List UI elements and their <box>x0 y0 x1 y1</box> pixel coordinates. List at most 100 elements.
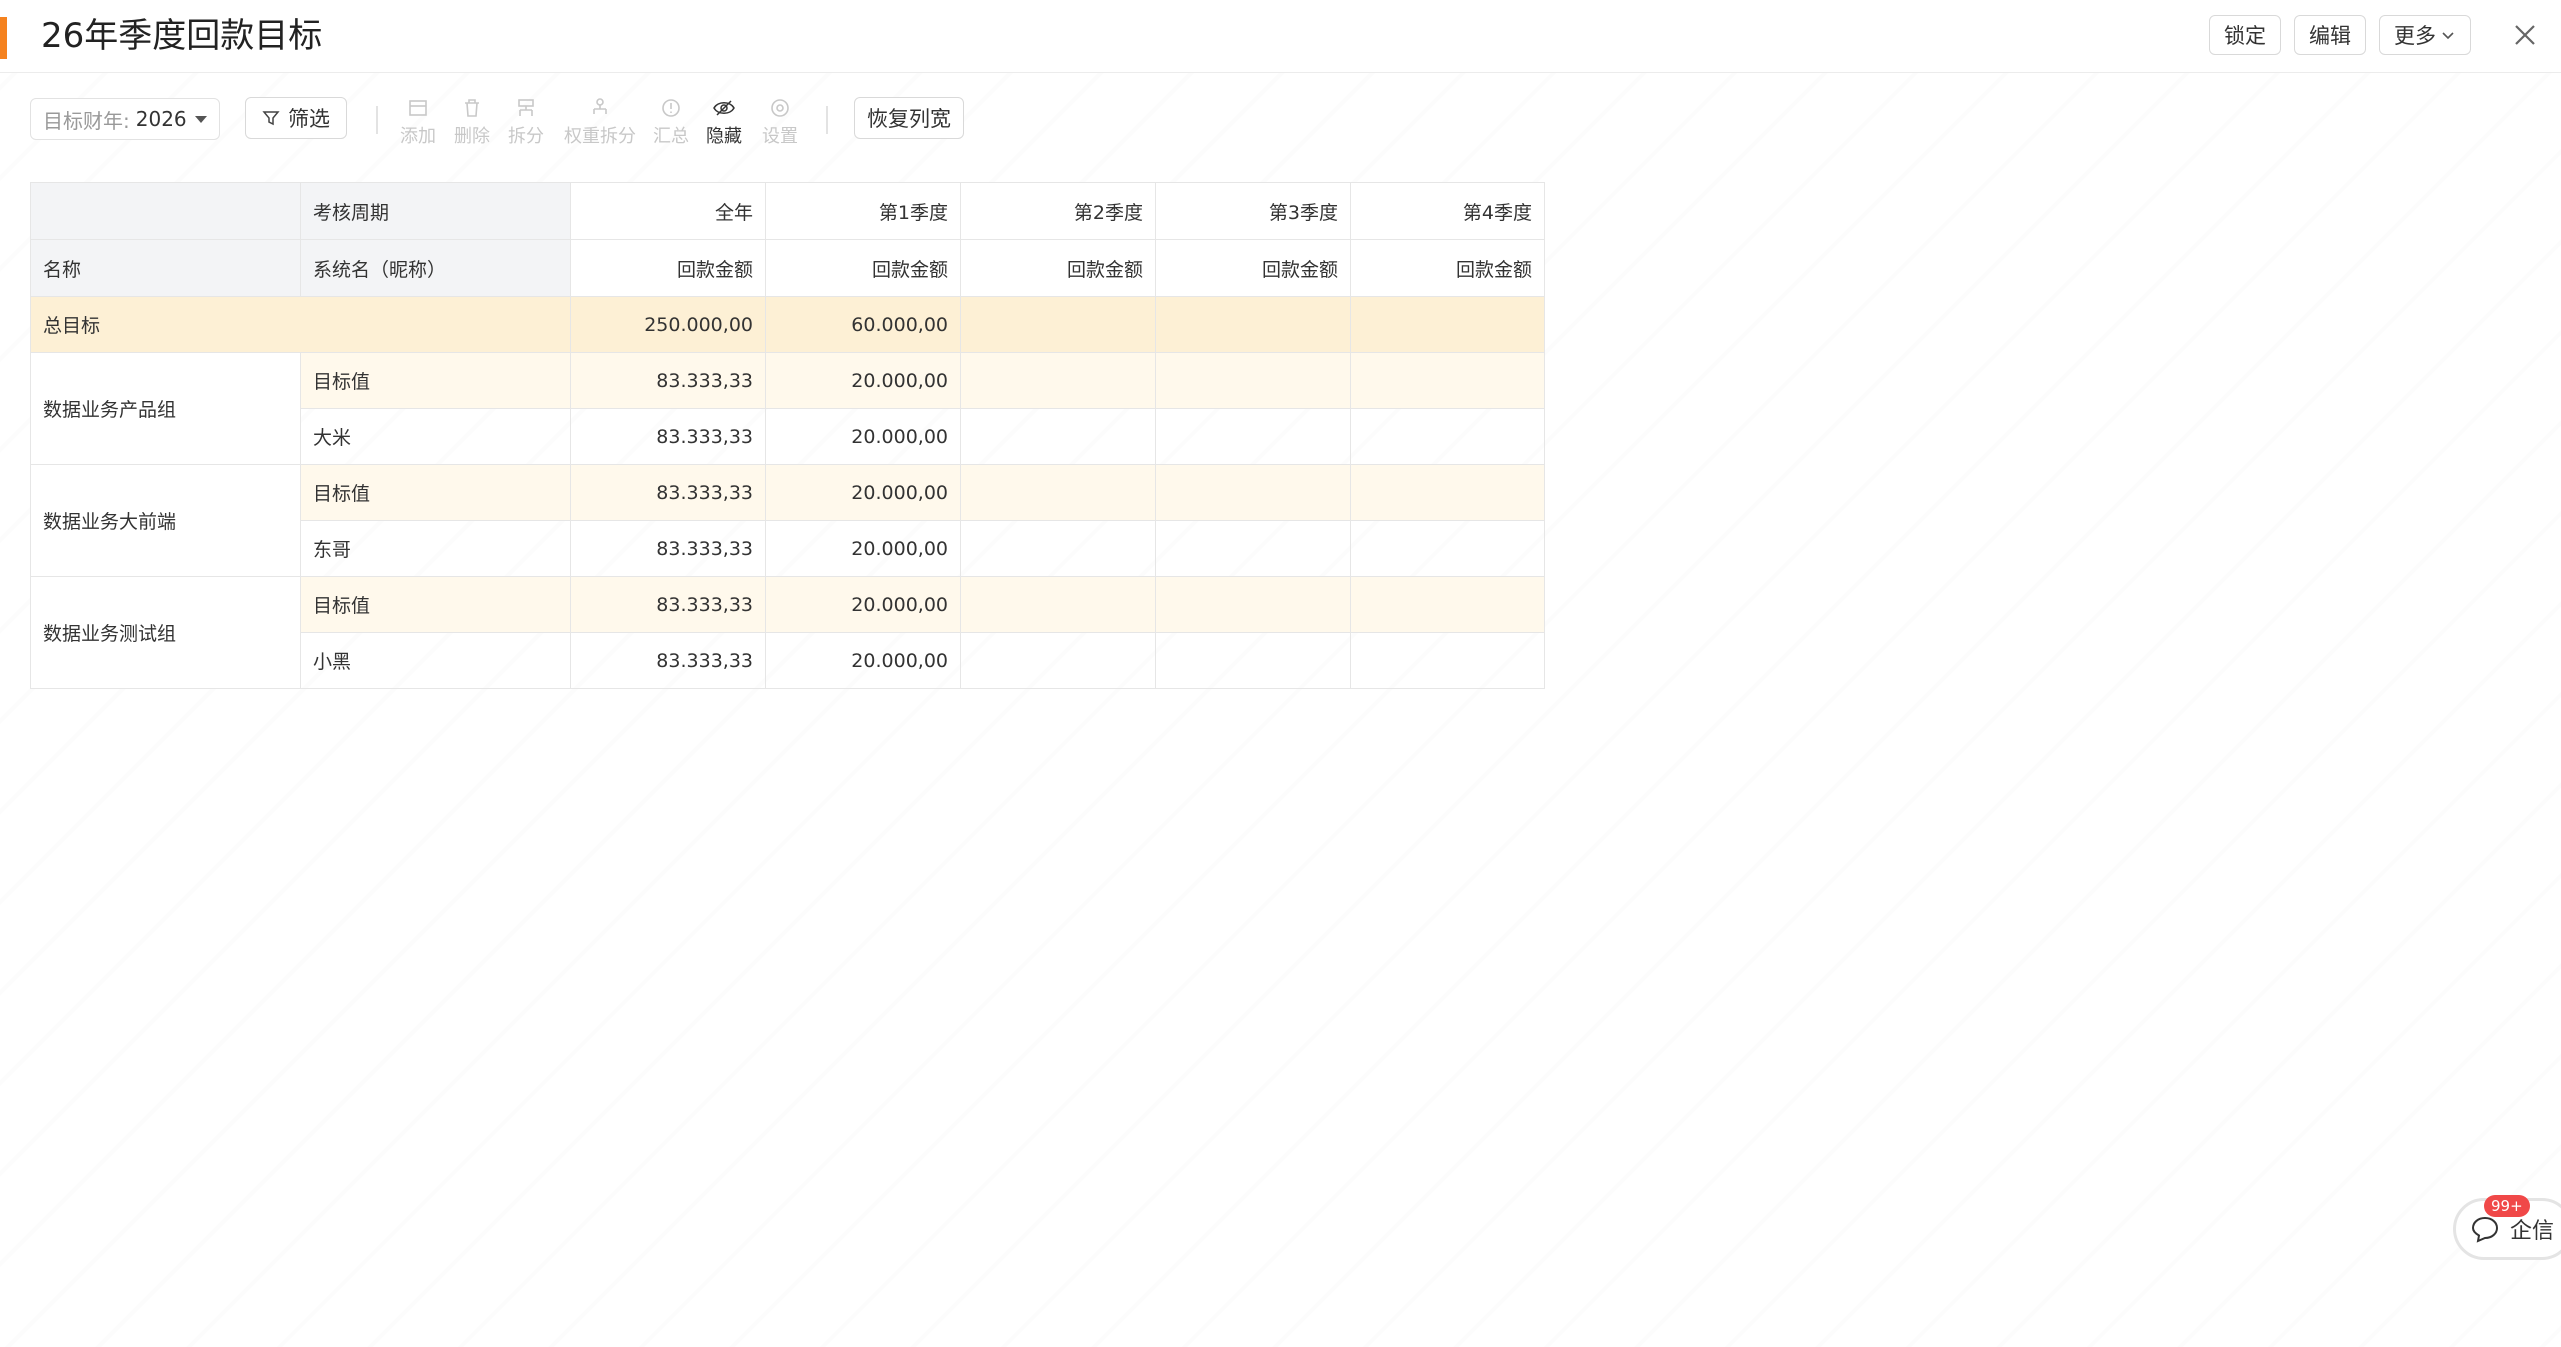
weight-split-tool[interactable]: 权重拆分 <box>564 96 636 148</box>
q1-cell[interactable]: 20.000,00 <box>765 632 961 689</box>
more-button[interactable]: 更多 <box>2379 15 2471 55</box>
q1-cell[interactable]: 20.000,00 <box>765 352 961 409</box>
add-tool[interactable]: 添加 <box>400 96 436 148</box>
q4-cell[interactable] <box>1350 520 1545 577</box>
year-cell[interactable]: 83.333,33 <box>570 408 766 465</box>
table-row: 数据业务产品组 目标值 83.333,33 20.000,00 <box>30 352 1545 465</box>
fiscal-year-select[interactable]: 目标财年: 2026 <box>30 98 220 140</box>
unread-badge: 99+ <box>2484 1195 2530 1217</box>
row-label: 小黑 <box>300 632 571 689</box>
group-name: 数据业务产品组 <box>30 352 301 465</box>
filter-label: 筛选 <box>288 107 330 131</box>
q4-cell[interactable] <box>1350 576 1545 633</box>
q3-cell[interactable] <box>1155 352 1351 409</box>
total-q4-cell[interactable] <box>1350 296 1545 353</box>
page-header: 26年季度回款目标 锁定 编辑 更多 <box>0 0 2561 73</box>
header-cell-q4[interactable]: 第4季度 <box>1350 182 1545 240</box>
lock-button[interactable]: 锁定 <box>2209 15 2281 55</box>
restore-column-width-button[interactable]: 恢复列宽 <box>854 97 964 139</box>
toolbar-divider <box>826 106 828 134</box>
header-cell-amount: 回款金额 <box>1155 239 1351 297</box>
gear-icon <box>771 99 789 117</box>
split-tool[interactable]: 拆分 <box>508 96 544 148</box>
q1-cell[interactable]: 20.000,00 <box>765 408 961 465</box>
add-tool-label: 添加 <box>400 126 436 147</box>
q2-cell[interactable] <box>960 520 1156 577</box>
table-row: 数据业务大前端 目标值 83.333,33 20.000,00 <box>30 464 1545 577</box>
header-cell-q3[interactable]: 第3季度 <box>1155 182 1351 240</box>
target-table: 考核周期 全年 第1季度 第2季度 第3季度 第4季度 名称 系统名（昵称） 回… <box>30 182 1545 689</box>
table-row: 数据业务测试组 目标值 83.333,33 20.000,00 <box>30 576 1545 689</box>
q2-cell[interactable] <box>960 576 1156 633</box>
q2-cell[interactable] <box>960 408 1156 465</box>
settings-tool[interactable]: 设置 <box>762 96 798 148</box>
header-cell-q1[interactable]: 第1季度 <box>765 182 961 240</box>
q2-cell[interactable] <box>960 464 1156 521</box>
filter-button[interactable]: 筛选 <box>245 97 347 139</box>
header-cell-amount: 回款金额 <box>765 239 961 297</box>
q1-cell[interactable]: 20.000,00 <box>765 464 961 521</box>
header-cell-year[interactable]: 全年 <box>570 182 766 240</box>
toolbar: 目标财年: 2026 筛选 添加 删除 拆分 权重拆分 汇总 隐藏 设置 恢复列… <box>0 78 2561 168</box>
group-name: 数据业务大前端 <box>30 464 301 577</box>
total-q2-cell[interactable] <box>960 296 1156 353</box>
q4-cell[interactable] <box>1350 632 1545 689</box>
chat-bubble-icon <box>2471 1216 2499 1243</box>
q3-cell[interactable] <box>1155 576 1351 633</box>
eye-off-icon <box>713 100 735 116</box>
fiscal-year-label: 目标财年: <box>43 108 130 133</box>
q4-cell[interactable] <box>1350 352 1545 409</box>
q3-cell[interactable] <box>1155 520 1351 577</box>
row-label: 目标值 <box>300 464 571 521</box>
total-q3-cell[interactable] <box>1155 296 1351 353</box>
total-year-cell[interactable]: 250.000,00 <box>570 296 766 353</box>
fiscal-year-value: 2026 <box>135 107 187 131</box>
header-cell-amount: 回款金额 <box>570 239 766 297</box>
settings-tool-label: 设置 <box>762 126 798 147</box>
header-row-metric: 名称 系统名（昵称） 回款金额 回款金额 回款金额 回款金额 回款金额 <box>30 239 1545 297</box>
delete-tool-label: 删除 <box>454 126 490 147</box>
year-cell[interactable]: 83.333,33 <box>570 352 766 409</box>
more-button-label: 更多 <box>2394 24 2436 48</box>
header-row-period: 考核周期 全年 第1季度 第2季度 第3季度 第4季度 <box>30 182 1545 240</box>
chat-label: 企信 <box>2510 1219 2555 1244</box>
delete-tool[interactable]: 删除 <box>454 96 490 148</box>
group-name: 数据业务测试组 <box>30 576 301 689</box>
weight-split-tool-label: 权重拆分 <box>564 126 636 147</box>
header-cell-name: 名称 <box>30 239 301 297</box>
hide-tool[interactable]: 隐藏 <box>706 96 742 148</box>
q3-cell[interactable] <box>1155 464 1351 521</box>
close-icon[interactable] <box>2508 18 2542 52</box>
row-label: 目标值 <box>300 576 571 633</box>
add-row-icon <box>409 100 427 116</box>
header-cell-q2[interactable]: 第2季度 <box>960 182 1156 240</box>
summary-tool[interactable]: 汇总 <box>653 96 689 148</box>
q2-cell[interactable] <box>960 352 1156 409</box>
row-label: 东哥 <box>300 520 571 577</box>
caret-down-icon <box>194 115 207 123</box>
q3-cell[interactable] <box>1155 632 1351 689</box>
year-cell[interactable]: 83.333,33 <box>570 632 766 689</box>
q1-cell[interactable]: 20.000,00 <box>765 520 961 577</box>
chevron-down-icon <box>2442 32 2454 40</box>
sum-icon <box>662 99 680 117</box>
split-tool-label: 拆分 <box>508 126 544 147</box>
q4-cell[interactable] <box>1350 408 1545 465</box>
q3-cell[interactable] <box>1155 408 1351 465</box>
header-cell-empty <box>30 182 301 240</box>
q4-cell[interactable] <box>1350 464 1545 521</box>
year-cell[interactable]: 83.333,33 <box>570 576 766 633</box>
year-cell[interactable]: 83.333,33 <box>570 464 766 521</box>
header-cell-amount: 回款金额 <box>1350 239 1545 297</box>
header-cell-period: 考核周期 <box>300 182 571 240</box>
hide-tool-label: 隐藏 <box>706 126 742 147</box>
chat-widget[interactable]: 99+ 企信 <box>2453 1195 2561 1260</box>
header-cell-amount: 回款金额 <box>960 239 1156 297</box>
year-cell[interactable]: 83.333,33 <box>570 520 766 577</box>
row-label: 大米 <box>300 408 571 465</box>
q2-cell[interactable] <box>960 632 1156 689</box>
total-q1-cell[interactable]: 60.000,00 <box>765 296 961 353</box>
filter-icon <box>262 111 280 126</box>
edit-button[interactable]: 编辑 <box>2294 15 2366 55</box>
q1-cell[interactable]: 20.000,00 <box>765 576 961 633</box>
